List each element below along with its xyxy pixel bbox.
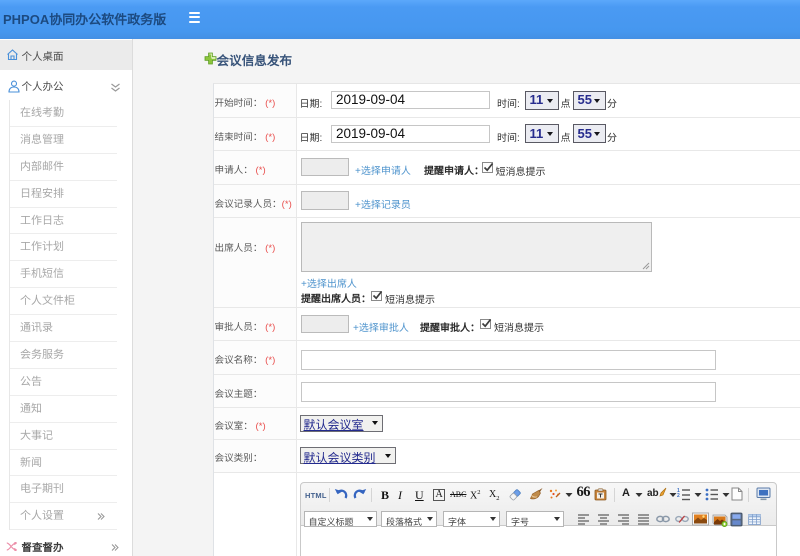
svg-text:2: 2 — [677, 493, 680, 499]
